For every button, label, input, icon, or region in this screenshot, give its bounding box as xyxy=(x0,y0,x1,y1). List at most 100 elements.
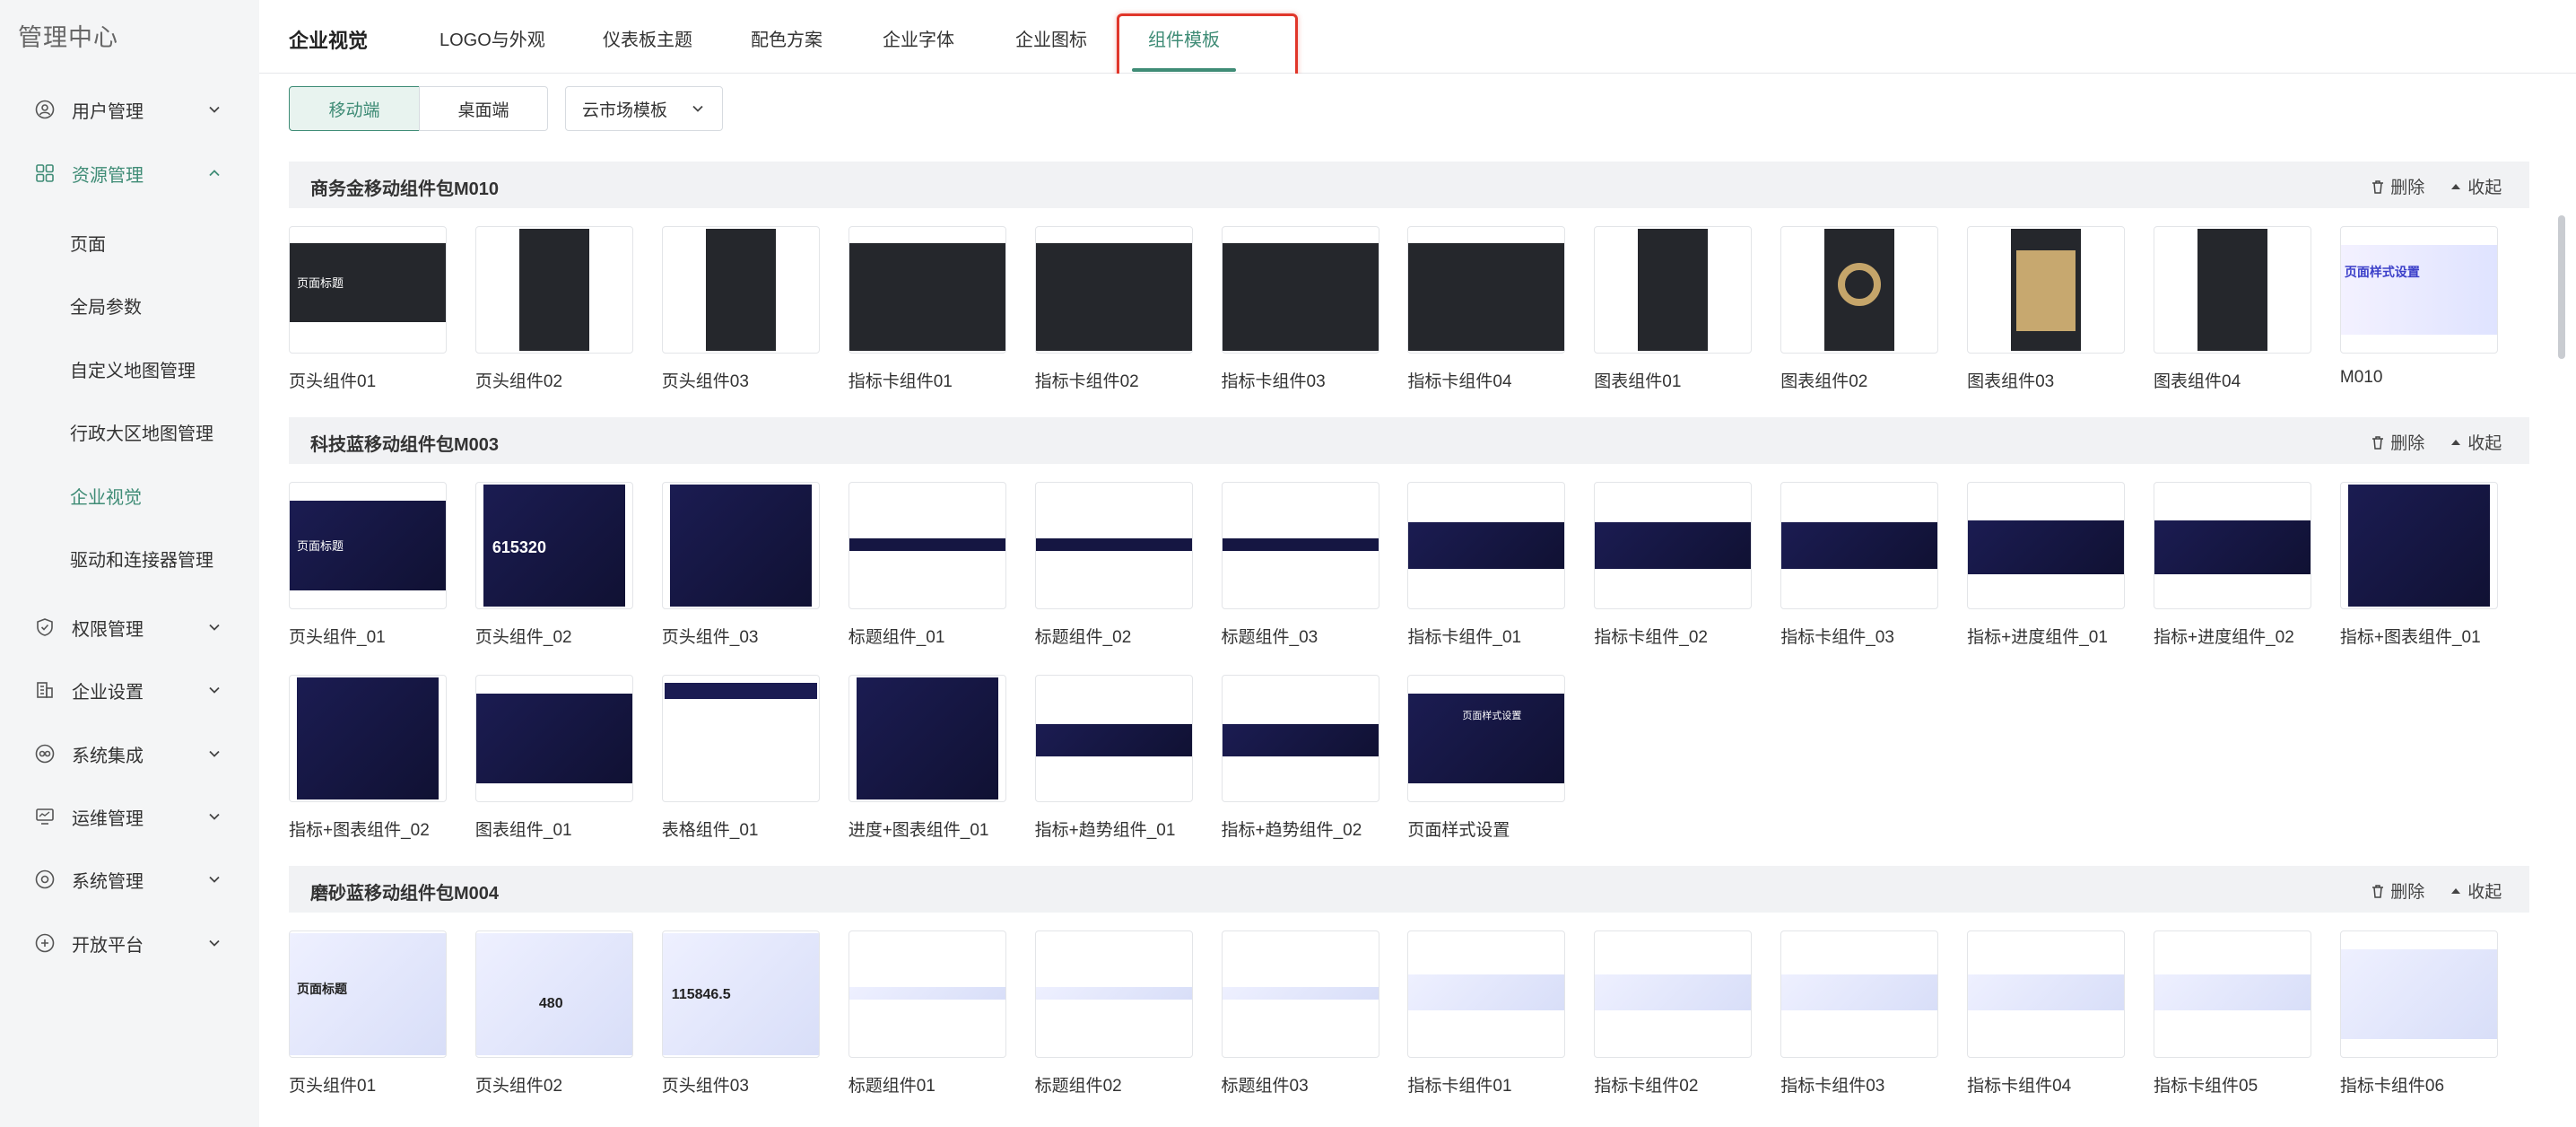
template-thumbnail xyxy=(1594,930,1753,1058)
template-source-select[interactable]: 云市场模板 xyxy=(565,86,723,131)
template-thumbnail xyxy=(661,226,820,354)
tab-enterprise-font[interactable]: 企业字体 xyxy=(883,25,954,51)
template-card[interactable]: 615320 页头组件_02 xyxy=(474,482,633,647)
collapse-button[interactable]: 收起 xyxy=(2449,174,2502,198)
scrollbar[interactable] xyxy=(2558,215,2565,359)
template-card[interactable]: 指标+图表组件_02 xyxy=(289,675,447,840)
template-card-label: 页头组件03 xyxy=(661,372,749,391)
sidebar-subitem-label: 企业视觉 xyxy=(70,487,142,508)
segment-desktop[interactable]: 桌面端 xyxy=(419,86,548,131)
template-card[interactable]: 图表组件_01 xyxy=(474,675,633,840)
template-card[interactable]: 指标卡组件03 xyxy=(1780,930,1939,1096)
sidebar-subitem-global-params[interactable]: 全局参数 xyxy=(0,278,254,332)
template-card[interactable]: 指标卡组件02 xyxy=(1034,226,1193,391)
sidebar-item-open-platform[interactable]: 开放平台 xyxy=(0,916,254,970)
template-card[interactable]: 指标卡组件_03 xyxy=(1780,482,1939,647)
template-card[interactable]: 115846.5 页头组件03 xyxy=(661,930,820,1096)
template-card[interactable]: 指标+图表组件_01 xyxy=(2339,482,2498,647)
template-card[interactable]: 进度+图表组件_01 xyxy=(848,675,1006,840)
template-thumbnail xyxy=(1967,482,2126,609)
sidebar-subitem-enterprise-visual[interactable]: 企业视觉 xyxy=(0,468,254,522)
template-thumbnail xyxy=(1967,930,2126,1058)
tab-logo-appearance[interactable]: LOGO与外观 xyxy=(439,25,545,51)
template-card[interactable]: 图表组件03 xyxy=(1967,226,2126,391)
sidebar-item-ops-management[interactable]: 运维管理 xyxy=(0,790,254,843)
template-card[interactable]: 标题组件_02 xyxy=(1034,482,1193,647)
template-card[interactable]: 标题组件03 xyxy=(1221,930,1379,1096)
template-card[interactable]: 页头组件03 xyxy=(661,226,820,391)
template-card-label: M010 xyxy=(2339,368,2383,387)
template-card[interactable]: 指标+进度组件_02 xyxy=(2154,482,2311,647)
chevron-down-icon xyxy=(209,624,220,631)
template-card[interactable]: 页面标题 页头组件01 xyxy=(289,930,447,1096)
template-thumbnail xyxy=(848,226,1006,354)
template-card[interactable]: 指标卡组件04 xyxy=(1967,930,2126,1096)
template-card[interactable]: 指标卡组件05 xyxy=(2154,930,2311,1096)
tab-color-scheme[interactable]: 配色方案 xyxy=(751,25,822,51)
template-card[interactable]: 指标+进度组件_01 xyxy=(1967,482,2126,647)
sidebar-item-enterprise-settings[interactable]: 企业设置 xyxy=(0,663,254,717)
template-card[interactable]: 指标卡组件04 xyxy=(1407,226,1566,391)
template-card[interactable]: 指标+趋势组件_01 xyxy=(1034,675,1193,840)
template-card-label: 图表组件_01 xyxy=(474,821,572,840)
template-card[interactable]: 指标卡组件01 xyxy=(1407,930,1566,1096)
sidebar-item-user-management[interactable]: 用户管理 xyxy=(0,83,254,136)
segment-mobile[interactable]: 移动端 xyxy=(289,86,420,131)
template-card[interactable]: 标题组件02 xyxy=(1034,930,1193,1096)
template-card[interactable]: 指标卡组件06 xyxy=(2339,930,2498,1096)
template-card[interactable]: 标题组件_03 xyxy=(1221,482,1379,647)
sidebar-subitem-region-map[interactable]: 行政大区地图管理 xyxy=(0,405,254,459)
thumbnail-preview xyxy=(2154,520,2311,574)
tab-enterprise-icon[interactable]: 企业图标 xyxy=(1015,25,1087,51)
sidebar-item-system-management[interactable]: 系统管理 xyxy=(0,852,254,906)
template-card[interactable]: 页面样式设置 页面样式设置 xyxy=(1407,675,1566,840)
sidebar-subitem-pages[interactable]: 页面 xyxy=(0,215,254,269)
thumbnail-preview xyxy=(1222,243,1379,351)
template-card[interactable]: 480 页头组件02 xyxy=(474,930,633,1096)
template-card[interactable]: 标题组件_01 xyxy=(848,482,1006,647)
thumbnail-preview: 页面样式设置 xyxy=(2340,245,2497,335)
template-card[interactable]: 指标卡组件03 xyxy=(1221,226,1379,391)
template-card[interactable]: 标题组件01 xyxy=(848,930,1006,1096)
sidebar-item-system-integration[interactable]: 系统集成 xyxy=(0,727,254,781)
section-title: 科技蓝移动组件包M003 xyxy=(310,435,500,455)
template-thumbnail: 页面标题 xyxy=(289,930,447,1058)
delete-button[interactable]: 删除 xyxy=(2370,878,2424,903)
sidebar-item-permission-management[interactable]: 权限管理 xyxy=(0,600,254,654)
template-card[interactable]: 指标卡组件_01 xyxy=(1407,482,1566,647)
template-card[interactable]: 页头组件02 xyxy=(474,226,633,391)
chevron-down-icon xyxy=(692,105,703,112)
thumbnail-preview xyxy=(1035,538,1192,551)
thumbnail-preview xyxy=(1638,229,1709,351)
template-card[interactable]: 页面标题 页头组件01 xyxy=(289,226,447,391)
thumb-page-title: 页面标题 xyxy=(297,276,344,290)
template-source-value: 云市场模板 xyxy=(582,100,668,120)
sidebar-subitem-custom-map[interactable]: 自定义地图管理 xyxy=(0,342,254,396)
template-card[interactable]: 指标卡组件01 xyxy=(848,226,1006,391)
sidebar-item-label: 用户管理 xyxy=(72,101,144,122)
tab-dashboard-theme[interactable]: 仪表板主题 xyxy=(603,25,692,51)
sidebar-subitem-drivers-connectors[interactable]: 驱动和连接器管理 xyxy=(0,531,254,585)
template-card[interactable]: 页面样式设置 M010 xyxy=(2339,226,2498,387)
thumbnail-preview xyxy=(1035,724,1192,756)
template-card[interactable]: 表格组件_01 xyxy=(661,675,820,840)
template-card[interactable]: 图表组件04 xyxy=(2154,226,2311,391)
template-card-label: 标题组件02 xyxy=(1034,1077,1122,1096)
template-card[interactable]: 页头组件_03 xyxy=(661,482,820,647)
template-card[interactable]: 指标卡组件_02 xyxy=(1594,482,1753,647)
sidebar-item-resource-management[interactable]: 资源管理 xyxy=(0,146,254,200)
delete-button[interactable]: 删除 xyxy=(2370,174,2424,198)
template-card[interactable]: 指标+趋势组件_02 xyxy=(1221,675,1379,840)
chevron-up-icon xyxy=(209,170,220,177)
sidebar-subitem-label: 行政大区地图管理 xyxy=(70,424,213,444)
template-card[interactable]: 页面标题 页头组件_01 xyxy=(289,482,447,647)
collapse-button[interactable]: 收起 xyxy=(2449,430,2502,454)
sidebar-item-label: 资源管理 xyxy=(72,165,144,186)
thumbnail-preview xyxy=(664,683,817,794)
thumbnail-preview xyxy=(849,243,1005,351)
delete-button[interactable]: 删除 xyxy=(2370,430,2424,454)
template-card[interactable]: 指标卡组件02 xyxy=(1594,930,1753,1096)
collapse-button[interactable]: 收起 xyxy=(2449,878,2502,903)
template-card[interactable]: 图表组件01 xyxy=(1594,226,1753,391)
template-card[interactable]: 图表组件02 xyxy=(1780,226,1939,391)
